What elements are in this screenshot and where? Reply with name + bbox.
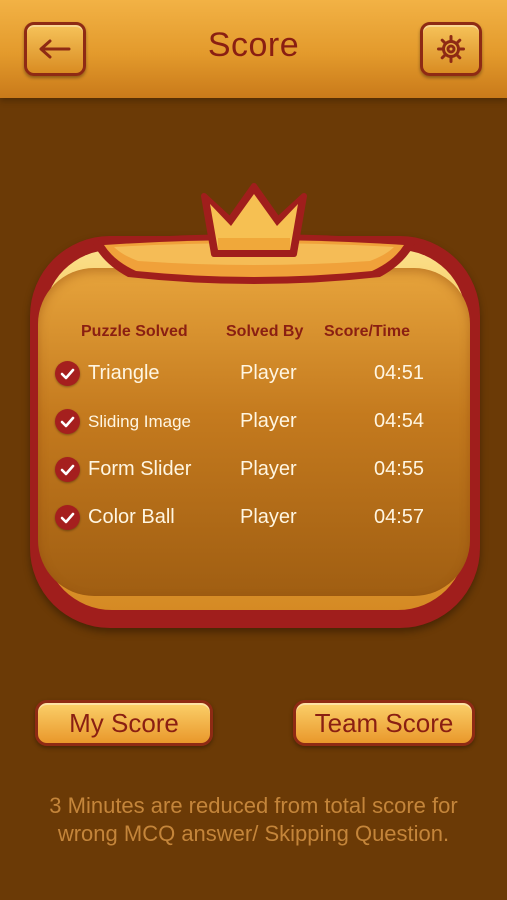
score-time: 04:57: [374, 506, 425, 528]
check-icon: [55, 361, 80, 386]
solved-by: Player: [240, 410, 297, 432]
settings-button[interactable]: [420, 22, 482, 76]
crown-icon: [201, 183, 307, 257]
table-row: Form Slider Player 04:55: [0, 455, 507, 485]
score-time: 04:51: [374, 362, 425, 384]
score-time: 04:54: [374, 410, 425, 432]
puzzle-name: Triangle: [88, 362, 160, 384]
puzzle-name: Form Slider: [88, 458, 192, 480]
column-header-score-time: Score/Time: [324, 323, 410, 340]
check-icon: [55, 457, 80, 482]
solved-by: Player: [240, 458, 297, 480]
column-header-solved-by: Solved By: [226, 323, 304, 340]
score-time: 04:55: [374, 458, 425, 480]
column-header-puzzle: Puzzle Solved: [81, 323, 188, 340]
puzzle-name: Color Ball: [88, 506, 175, 528]
table-row: Color Ball Player 04:57: [0, 503, 507, 533]
my-score-button[interactable]: My Score: [35, 700, 213, 746]
top-bar: Score: [0, 0, 507, 98]
team-score-button[interactable]: Team Score: [293, 700, 475, 746]
solved-by: Player: [240, 506, 297, 528]
table-row: Sliding Image Player 04:54: [0, 407, 507, 437]
table-row: Triangle Player 04:51: [0, 359, 507, 389]
solved-by: Player: [240, 362, 297, 384]
penalty-note: 3 Minutes are reduced from total score f…: [49, 793, 458, 846]
gear-icon: [437, 35, 465, 63]
check-icon: [55, 409, 80, 434]
puzzle-name: Sliding Image: [88, 412, 192, 431]
check-icon: [55, 505, 80, 530]
